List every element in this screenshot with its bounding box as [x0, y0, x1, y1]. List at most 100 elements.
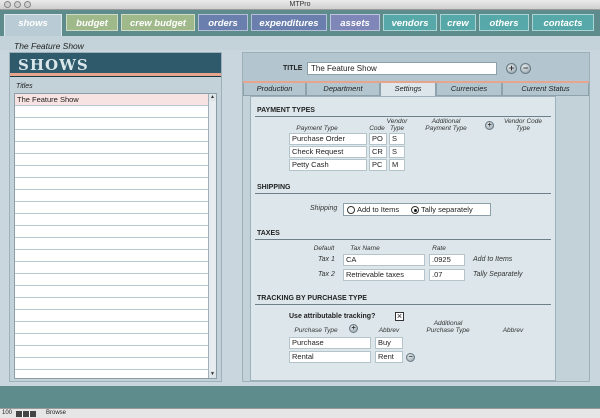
minimize-window-icon[interactable]: [14, 1, 21, 8]
scrollbar[interactable]: ▲ ▼: [208, 94, 216, 378]
list-item[interactable]: [15, 238, 209, 250]
tab-crew-budget[interactable]: crew budget: [121, 14, 195, 31]
shipping-label: Shipping: [310, 205, 338, 212]
module-tab-bar: shows budget crew budget orders expendit…: [0, 10, 600, 36]
tab-shows[interactable]: shows: [4, 14, 62, 36]
list-item[interactable]: [15, 322, 209, 334]
remove-purchase-type-button[interactable]: −: [406, 353, 415, 362]
close-window-icon[interactable]: [4, 1, 11, 8]
shows-banner: SHOWS: [10, 53, 221, 77]
tab-settings[interactable]: Settings: [380, 83, 436, 97]
purchase-abbrev-cell[interactable]: Rent: [375, 351, 403, 363]
radio-tally-separately[interactable]: [411, 206, 419, 214]
radio-add-to-items[interactable]: [347, 206, 355, 214]
list-item[interactable]: [15, 214, 209, 226]
remove-show-button[interactable]: −: [520, 63, 531, 74]
payment-code-cell[interactable]: PO: [369, 133, 387, 145]
tab-others[interactable]: others: [479, 14, 529, 31]
list-item[interactable]: [15, 370, 209, 378]
list-item[interactable]: [15, 310, 209, 322]
payment-type-cell[interactable]: Check Request: [289, 146, 367, 158]
radio-add-to-items-label: Add to Items: [357, 205, 400, 214]
show-detail-panel: TITLE The Feature Show + − Production De…: [242, 52, 590, 382]
tracking-heading: TRACKING BY PURCHASE TYPE: [257, 295, 367, 302]
list-item[interactable]: [15, 154, 209, 166]
list-item[interactable]: [15, 286, 209, 298]
footer-band: [0, 386, 600, 408]
list-item[interactable]: [15, 178, 209, 190]
list-item[interactable]: [15, 106, 209, 118]
zoom-level[interactable]: 100: [2, 409, 12, 418]
list-item[interactable]: The Feature Show: [15, 94, 209, 106]
tab-assets[interactable]: assets: [330, 14, 380, 31]
list-item[interactable]: [15, 298, 209, 310]
col-tax-name: Tax Name: [350, 245, 380, 252]
list-item[interactable]: [15, 190, 209, 202]
tab-currencies[interactable]: Currencies: [436, 83, 502, 96]
payment-types-heading: PAYMENT TYPES: [257, 107, 315, 114]
list-item[interactable]: [15, 334, 209, 346]
tax-name-cell[interactable]: CA: [343, 254, 425, 266]
add-purchase-type-button[interactable]: +: [349, 324, 358, 333]
list-item[interactable]: [15, 130, 209, 142]
add-show-button[interactable]: +: [506, 63, 517, 74]
tab-production[interactable]: Production: [243, 83, 306, 96]
tax2-note: Tally Separately: [473, 271, 523, 278]
banner-accent: [10, 73, 221, 76]
payment-code-cell[interactable]: CR: [369, 146, 387, 158]
scroll-up-icon[interactable]: ▲: [209, 94, 216, 101]
payment-code-cell[interactable]: PC: [369, 159, 387, 171]
tab-vendors[interactable]: vendors: [383, 14, 437, 31]
list-item[interactable]: [15, 346, 209, 358]
tax1-label: Tax 1: [318, 256, 335, 263]
list-item[interactable]: [15, 166, 209, 178]
shows-list-panel: SHOWS Titles The Feature Show ▲ ▼: [9, 52, 222, 382]
tab-department[interactable]: Department: [306, 83, 380, 96]
vendor-type-cell[interactable]: S: [389, 133, 405, 145]
list-item[interactable]: [15, 226, 209, 238]
shipping-heading: SHIPPING: [257, 184, 291, 191]
title-strip: TITLE The Feature Show + −: [243, 53, 589, 81]
current-show-name: The Feature Show: [14, 41, 84, 51]
col-code: Code: [369, 125, 385, 132]
window-title: MTPro: [289, 1, 311, 8]
tax-rate-cell[interactable]: .0925: [429, 254, 465, 266]
col-abbrev: Abbrev: [378, 327, 400, 334]
divider: [255, 304, 551, 305]
list-item[interactable]: [15, 118, 209, 130]
col-abbrev-additional: Abbrev: [502, 327, 524, 334]
list-item[interactable]: [15, 262, 209, 274]
vendor-type-cell[interactable]: M: [389, 159, 405, 171]
divider: [255, 193, 551, 194]
purchase-type-cell[interactable]: Rental: [289, 351, 371, 363]
vendor-type-cell[interactable]: S: [389, 146, 405, 158]
use-tracking-checkbox[interactable]: ×: [395, 312, 404, 321]
scroll-down-icon[interactable]: ▼: [209, 371, 216, 378]
zoom-window-icon[interactable]: [24, 1, 31, 8]
list-item[interactable]: [15, 358, 209, 370]
shows-banner-label: SHOWS: [18, 56, 89, 74]
tab-orders[interactable]: orders: [198, 14, 248, 31]
tax-rate-cell[interactable]: .07: [429, 269, 465, 281]
payment-type-cell[interactable]: Petty Cash: [289, 159, 367, 171]
tax-name-cell[interactable]: Retrievable taxes: [343, 269, 425, 281]
purchase-type-cell[interactable]: Purchase: [289, 337, 371, 349]
purchase-abbrev-cell[interactable]: Buy: [375, 337, 403, 349]
divider: [255, 116, 551, 117]
add-payment-type-button[interactable]: +: [485, 121, 494, 130]
title-field[interactable]: The Feature Show: [307, 62, 497, 75]
payment-type-cell[interactable]: Purchase Order: [289, 133, 367, 145]
list-item[interactable]: [15, 142, 209, 154]
list-item[interactable]: [15, 250, 209, 262]
list-item[interactable]: [15, 274, 209, 286]
zoom-icon[interactable]: [16, 411, 36, 417]
radio-tally-separately-label: Tally separately: [421, 205, 473, 214]
tab-current-status[interactable]: Current Status: [502, 83, 589, 96]
titles-list[interactable]: The Feature Show ▲ ▼: [14, 93, 217, 379]
list-item[interactable]: [15, 202, 209, 214]
tab-budget[interactable]: budget: [66, 14, 118, 31]
tab-contacts[interactable]: contacts: [532, 14, 594, 31]
tab-crew[interactable]: crew: [440, 14, 476, 31]
mode-label[interactable]: Browse: [46, 409, 66, 418]
tab-expenditures[interactable]: expenditures: [251, 14, 327, 31]
